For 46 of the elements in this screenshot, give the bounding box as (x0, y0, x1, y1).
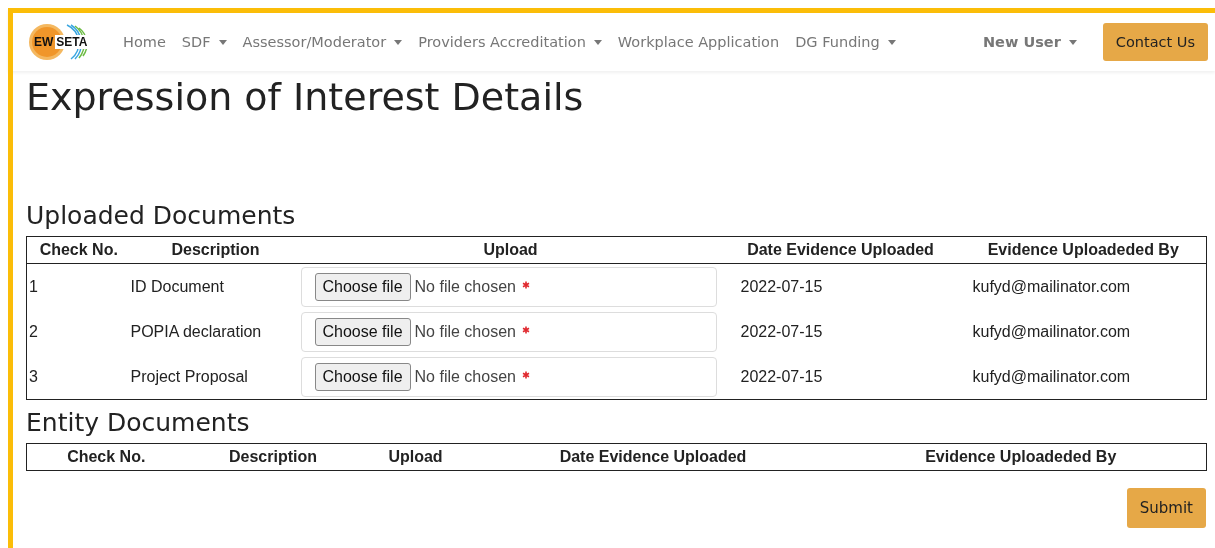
section-heading: Uploaded Documents (26, 201, 297, 230)
table-cell: kufyd@mailinator.com (960, 309, 1207, 354)
choose-file-button[interactable]: Choose file (314, 362, 411, 391)
file-status: No file chosen (414, 322, 516, 341)
column-header: Upload (300, 236, 721, 264)
nav-link[interactable]: DG Funding (795, 34, 896, 50)
table-cell: 2022-07-15 (720, 263, 961, 309)
file-status: No file chosen (414, 367, 516, 386)
choose-file-button[interactable]: Choose file (314, 272, 411, 301)
table-cell: 1 (26, 263, 131, 309)
section-heading: Entity Documents (26, 408, 251, 437)
column-header: Check No. (26, 443, 186, 471)
nav-link[interactable]: Workplace Application (617, 34, 780, 50)
column-header: Date Evidence Uploaded (470, 443, 836, 471)
column-header: Evidence Uploadeded By (960, 236, 1207, 264)
column-header: Description (185, 443, 361, 471)
user-menu[interactable]: New User (983, 34, 1077, 50)
column-header: Description (130, 236, 301, 264)
logo-text: SETA (55, 35, 89, 49)
file-input[interactable]: Choose file No file chosen (300, 266, 717, 307)
page-title: Expression of Interest Details (26, 74, 585, 119)
contact-button[interactable]: Contact Us (1102, 23, 1208, 61)
table-cell: ID Document (130, 263, 301, 309)
table-cell-text: POPIA declaration (130, 321, 263, 342)
table-cell-text: 2022-07-15 (739, 321, 824, 342)
nav-link[interactable]: Home (123, 34, 166, 50)
column-header: Date Evidence Uploaded (720, 236, 961, 264)
nav-link[interactable]: Providers Accreditation (418, 34, 602, 50)
table-cell: Project Proposal (130, 354, 301, 400)
choose-file-button[interactable]: Choose file (314, 317, 411, 346)
table-cell: 3 (26, 354, 131, 400)
table-cell: kufyd@mailinator.com (960, 263, 1207, 309)
table-cell: 2 (26, 309, 131, 354)
column-header: Check No. (26, 236, 131, 264)
file-status: No file chosen (414, 277, 516, 296)
logo[interactable]: EW SETA (27, 22, 97, 62)
table-cell: kufyd@mailinator.com (960, 354, 1207, 400)
file-input[interactable]: Choose file No file chosen (300, 311, 717, 352)
column-header: Upload (360, 443, 471, 471)
table-cell: 2022-07-15 (720, 354, 961, 400)
nav-link[interactable]: Assessor/Moderator (242, 34, 403, 50)
column-header: Evidence Uploadeded By (835, 443, 1207, 471)
file-input[interactable]: Choose file No file chosen (300, 356, 717, 397)
logo-text: EW (34, 35, 54, 49)
submit-button[interactable]: Submit (1126, 488, 1206, 528)
nav-link[interactable]: SDF (181, 34, 227, 50)
